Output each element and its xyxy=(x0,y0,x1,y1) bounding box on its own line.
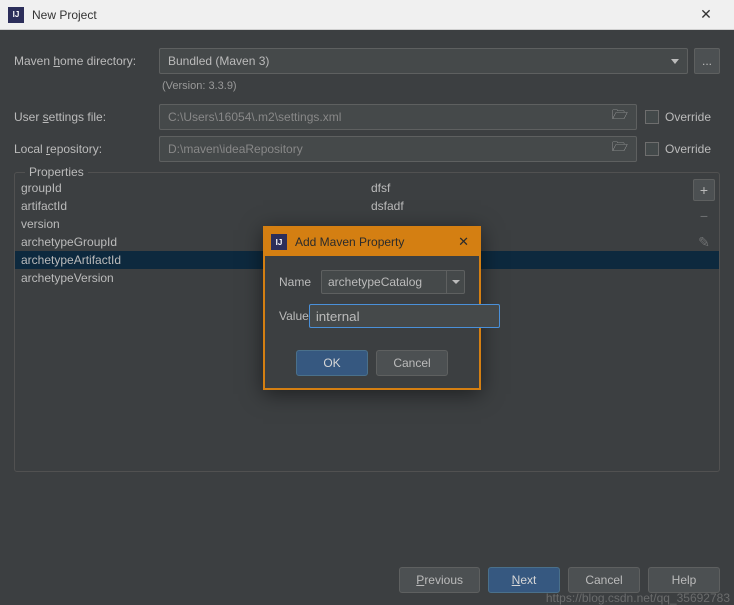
settings-file-input[interactable]: C:\Users\16054\.m2\settings.xml 🗁 xyxy=(159,104,637,130)
properties-tools: + − ✎ xyxy=(693,179,715,253)
modal-value-row: Value xyxy=(279,304,465,328)
next-button[interactable]: Next xyxy=(488,567,560,593)
modal-title: Add Maven Property xyxy=(295,235,454,249)
app-icon xyxy=(271,234,287,250)
table-row[interactable]: groupId dfsf xyxy=(15,179,719,197)
wizard-footer: Previous Next Cancel Help xyxy=(399,567,720,593)
modal-footer: OK Cancel xyxy=(265,344,479,388)
maven-home-value: Bundled (Maven 3) xyxy=(168,54,269,68)
repo-label: Local repository: xyxy=(14,142,159,156)
folder-icon: 🗁 xyxy=(612,138,628,160)
repo-row: Local repository: D:\maven\ideaRepositor… xyxy=(14,136,720,162)
previous-button[interactable]: Previous xyxy=(399,567,480,593)
modal-cancel-button[interactable]: Cancel xyxy=(376,350,448,376)
modal-name-row: Name archetypeCatalog xyxy=(279,270,465,294)
maven-version-text: (Version: 3.3.9) xyxy=(162,80,720,92)
add-property-button[interactable]: + xyxy=(693,179,715,201)
settings-file-row: User settings file: C:\Users\16054\.m2\s… xyxy=(14,104,720,130)
window-titlebar: New Project ✕ xyxy=(0,0,734,30)
window-close-button[interactable]: ✕ xyxy=(686,0,726,30)
settings-file-value: C:\Users\16054\.m2\settings.xml xyxy=(168,110,341,124)
dropdown-caret-icon xyxy=(446,271,464,293)
help-button[interactable]: Help xyxy=(648,567,720,593)
modal-titlebar[interactable]: Add Maven Property ✕ xyxy=(265,228,479,256)
folder-icon: 🗁 xyxy=(612,106,628,128)
maven-home-row: Maven home directory: Bundled (Maven 3) … xyxy=(14,48,720,74)
modal-body: Name archetypeCatalog Value xyxy=(265,256,479,344)
settings-file-label: User settings file: xyxy=(14,110,159,124)
maven-home-browse-button[interactable]: ... xyxy=(694,48,720,74)
properties-legend: Properties xyxy=(25,165,88,179)
modal-name-value: archetypeCatalog xyxy=(322,275,446,289)
checkbox-icon xyxy=(645,110,659,124)
modal-close-button[interactable]: ✕ xyxy=(454,234,473,250)
modal-value-input[interactable] xyxy=(309,304,500,328)
checkbox-icon xyxy=(645,142,659,156)
cancel-button[interactable]: Cancel xyxy=(568,567,640,593)
modal-name-label: Name xyxy=(279,275,321,289)
window-title: New Project xyxy=(32,8,686,22)
remove-property-button[interactable]: − xyxy=(693,205,715,227)
watermark-text: https://blog.csdn.net/qq_35692783 xyxy=(546,591,730,605)
table-row[interactable]: artifactId dsfadf xyxy=(15,197,719,215)
repo-input[interactable]: D:\maven\ideaRepository 🗁 xyxy=(159,136,637,162)
repo-value: D:\maven\ideaRepository xyxy=(168,142,303,156)
modal-ok-button[interactable]: OK xyxy=(296,350,368,376)
modal-name-select[interactable]: archetypeCatalog xyxy=(321,270,465,294)
repo-override-checkbox[interactable]: Override xyxy=(645,142,720,156)
app-icon xyxy=(8,7,24,23)
dropdown-caret-icon xyxy=(671,59,679,64)
maven-home-label: Maven home directory: xyxy=(14,54,159,68)
add-property-modal: Add Maven Property ✕ Name archetypeCatal… xyxy=(263,226,481,390)
edit-property-button[interactable]: ✎ xyxy=(693,231,715,253)
override-label: Override xyxy=(665,110,711,124)
override-label: Override xyxy=(665,142,711,156)
maven-home-select[interactable]: Bundled (Maven 3) xyxy=(159,48,688,74)
settings-override-checkbox[interactable]: Override xyxy=(645,110,720,124)
modal-value-label: Value xyxy=(279,309,309,323)
